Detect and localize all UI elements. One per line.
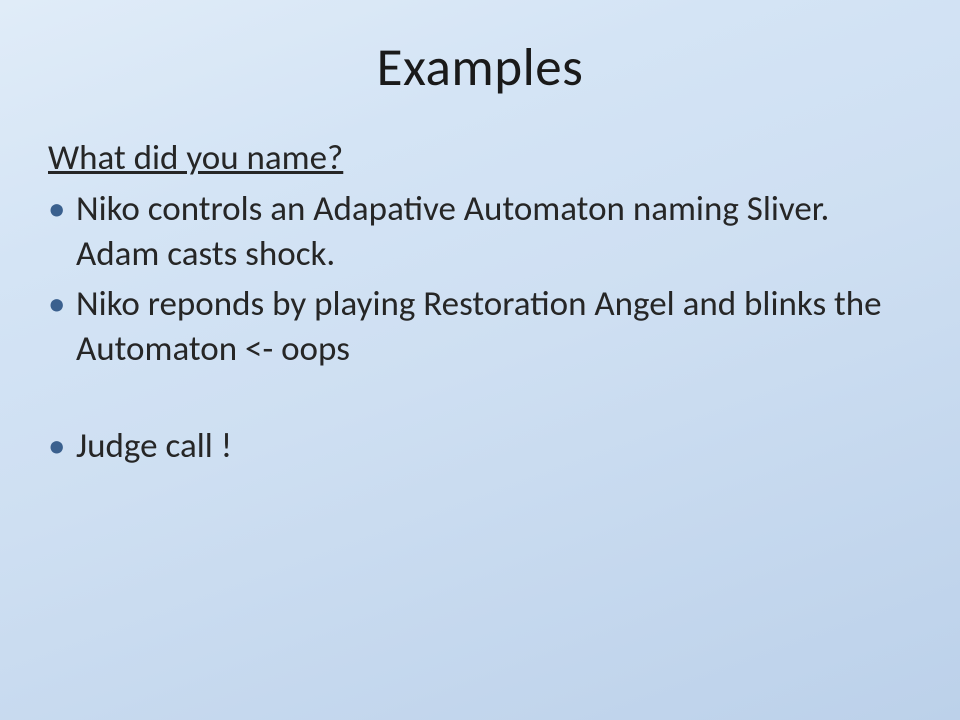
slide: Examples What did you name? Niko control…: [0, 0, 960, 720]
bullet-item: Niko reponds by playing Restoration Ange…: [48, 282, 912, 372]
slide-content: What did you name? Niko controls an Adap…: [48, 136, 912, 469]
blank-line: [48, 378, 912, 424]
content-heading: What did you name?: [48, 136, 912, 181]
bullet-item: Judge call !: [48, 424, 912, 469]
bullet-list: Judge call !: [48, 424, 912, 469]
bullet-item: Niko controls an Adapative Automaton nam…: [48, 187, 912, 277]
slide-title: Examples: [48, 36, 912, 100]
bullet-list: Niko controls an Adapative Automaton nam…: [48, 187, 912, 372]
